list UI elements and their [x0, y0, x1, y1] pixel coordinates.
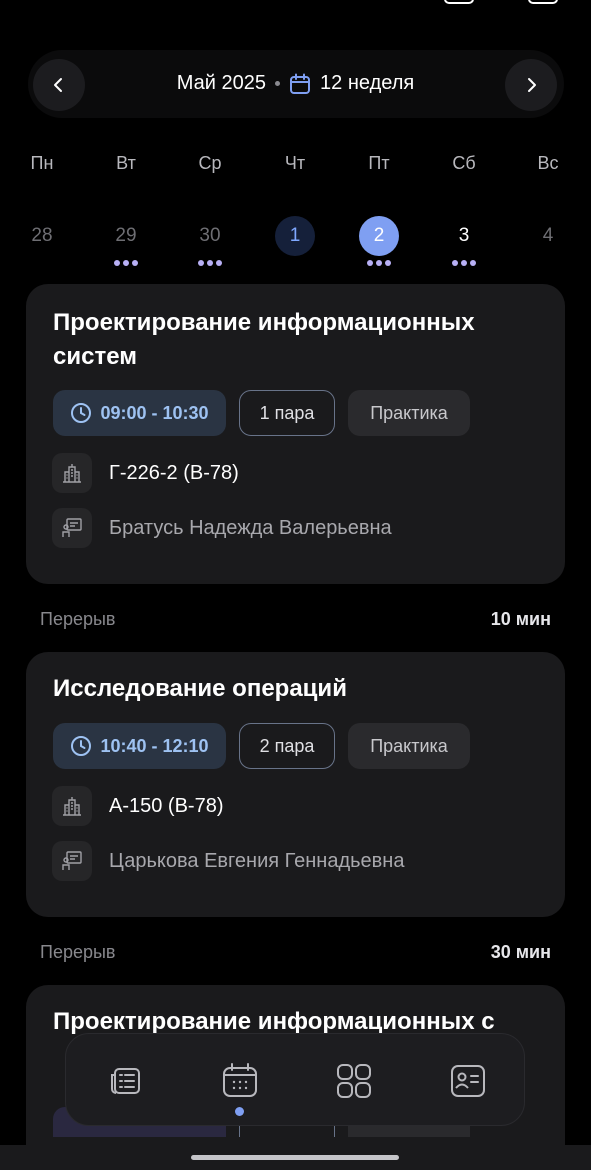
pair-chip: 2 пара — [239, 723, 335, 769]
weekday-label: Вт — [116, 153, 136, 173]
teacher-row: Братусь Надежда Валерьевна — [52, 508, 392, 548]
home-indicator[interactable] — [191, 1155, 399, 1160]
tab-schedule[interactable] — [182, 1034, 297, 1127]
break-label: Перерыв — [40, 609, 116, 629]
bottom-tab-bar — [65, 1033, 525, 1126]
date-number: 1 — [275, 216, 315, 256]
news-icon — [110, 1067, 140, 1094]
separator-dot — [275, 81, 281, 86]
date-number: 3 — [458, 225, 470, 246]
date-cell-selected[interactable]: 2 — [354, 216, 404, 272]
period-label[interactable]: Май 2025 12 неделя — [0, 72, 591, 95]
date-cell[interactable]: 3 — [439, 216, 489, 272]
date-number: 2 — [359, 216, 399, 256]
room-label: А-150 (В-78) — [109, 794, 224, 817]
date-cell[interactable]: 30 — [185, 216, 235, 272]
lesson-card[interactable]: Проектирование информационных систем 09:… — [26, 284, 565, 584]
lesson-card[interactable]: Исследование операций 10:40 - 12:10 2 па… — [26, 652, 565, 917]
date-cell-today[interactable]: 1 — [270, 216, 320, 272]
weekday-label: Пн — [30, 153, 54, 173]
teacher-row: Царькова Евгения Геннадьевна — [52, 841, 404, 881]
status-icon — [528, 0, 558, 4]
lesson-type-chip: Практика — [348, 723, 470, 769]
calendar-icon — [289, 73, 311, 95]
date-cell[interactable]: 28 — [17, 216, 67, 272]
pair-chip: 1 пара — [239, 390, 335, 436]
tab-services[interactable] — [296, 1034, 411, 1127]
building-icon — [52, 453, 92, 493]
break-duration: 30 мин — [490, 942, 551, 962]
date-number: 28 — [31, 225, 53, 246]
status-icon — [444, 0, 474, 4]
time-range: 09:00 - 10:30 — [100, 402, 209, 423]
break-label: Перерыв — [40, 942, 116, 962]
date-number: 29 — [115, 225, 137, 246]
tab-news[interactable] — [68, 1034, 183, 1127]
break-duration: 10 мин — [490, 609, 551, 629]
event-dots — [439, 260, 489, 266]
weekday-label: Вс — [537, 153, 559, 173]
date-number: 4 — [542, 225, 554, 246]
break-row: Перерыв 30 мин — [40, 942, 551, 963]
calendar-icon — [222, 1062, 257, 1097]
room-label: Г-226-2 (В-78) — [109, 461, 239, 484]
clock-icon — [71, 736, 92, 756]
weekday-row: Пн Вт Ср Чт Пт Сб Вс — [0, 153, 591, 177]
lesson-title: Проектирование информационных систем — [53, 309, 475, 370]
date-strip: 28 29 30 1 2 3 4 — [0, 216, 591, 276]
lesson-title: Исследование операций — [53, 675, 347, 702]
room-row: А-150 (В-78) — [52, 786, 224, 826]
month-label: Май 2025 — [176, 72, 267, 94]
time-range: 10:40 - 12:10 — [100, 735, 209, 756]
active-tab-indicator — [235, 1107, 244, 1116]
date-number: 30 — [199, 225, 221, 246]
tab-profile[interactable] — [410, 1034, 525, 1127]
teacher-icon — [52, 841, 92, 881]
time-chip: 10:40 - 12:10 — [53, 723, 226, 769]
time-chip: 09:00 - 10:30 — [53, 390, 226, 436]
event-dots — [354, 260, 404, 266]
clock-icon — [71, 403, 92, 423]
event-dots — [101, 260, 151, 266]
teacher-icon — [52, 508, 92, 548]
apps-grid-icon — [336, 1063, 371, 1098]
date-cell[interactable]: 29 — [101, 216, 151, 272]
weekday-label: Чт — [284, 153, 306, 173]
week-label: 12 неделя — [320, 72, 415, 94]
weekday-label: Сб — [452, 153, 476, 173]
teacher-name: Царькова Евгения Геннадьевна — [109, 849, 405, 872]
room-row: Г-226-2 (В-78) — [52, 453, 239, 493]
weekday-label: Ср — [198, 153, 222, 173]
event-dots — [185, 260, 235, 266]
break-row: Перерыв 10 мин — [40, 609, 551, 630]
date-cell[interactable]: 4 — [523, 216, 573, 272]
weekday-label: Пт — [368, 153, 390, 173]
teacher-name: Братусь Надежда Валерьевна — [109, 516, 392, 539]
building-icon — [52, 786, 92, 826]
profile-card-icon — [450, 1064, 485, 1097]
lesson-type-chip: Практика — [348, 390, 470, 436]
